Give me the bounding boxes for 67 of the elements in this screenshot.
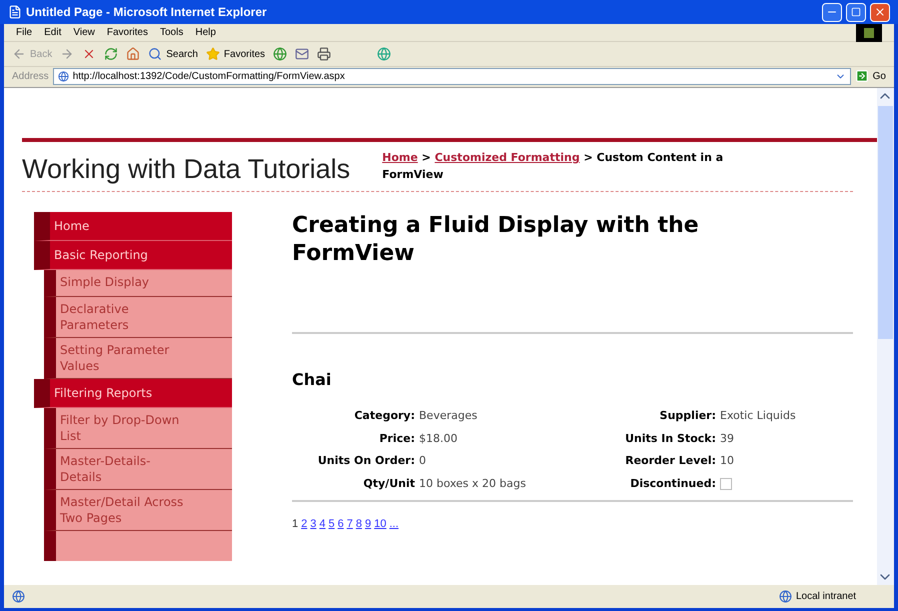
field-value: $18.00 (419, 430, 458, 446)
address-field[interactable]: http://localhost:1392/Code/CustomFormatting/FormView.aspx (52, 68, 851, 84)
field-value: 10 (720, 453, 734, 469)
menu-item[interactable]: File (16, 25, 32, 40)
close-icon (874, 6, 886, 18)
scrollbar[interactable] (877, 88, 894, 585)
pager-link[interactable]: ... (389, 516, 399, 532)
print-icon[interactable] (317, 47, 332, 61)
pager-link[interactable]: 10 (374, 516, 386, 532)
site-title: Working with Data Tutorials (22, 156, 350, 183)
menu-item[interactable]: Edit (44, 25, 62, 40)
maximize-icon (851, 7, 861, 17)
menu-item[interactable]: View (73, 25, 95, 40)
media-icon[interactable] (273, 47, 288, 61)
close-button[interactable] (870, 2, 890, 22)
field-value: Exotic Liquids (720, 408, 796, 424)
pager-link[interactable]: 5 (328, 516, 335, 532)
sidebar-section[interactable]: Filtering Reports (34, 379, 232, 408)
menu-item[interactable]: Favorites (106, 25, 148, 40)
discontinued-checkbox[interactable] (720, 478, 732, 490)
field-label: Units In Stock: (625, 430, 716, 446)
field-label: Discontinued: (630, 476, 716, 492)
field-label: Qty/Unit (363, 476, 415, 492)
product-name: Chai (292, 369, 332, 391)
pager-link[interactable]: 4 (319, 516, 326, 532)
menu-item[interactable]: Help (195, 25, 216, 40)
minimize-button[interactable] (822, 2, 842, 22)
globe-icon (779, 590, 792, 603)
maximize-button[interactable] (846, 2, 866, 22)
field-label: Supplier: (660, 408, 716, 424)
scrollbar-thumb[interactable] (878, 106, 893, 339)
address-label: Address (12, 70, 49, 84)
home-icon[interactable] (126, 47, 140, 61)
field-value: 10 boxes x 20 bags (419, 476, 526, 492)
search-icon (148, 47, 162, 61)
pager-link[interactable]: 8 (356, 516, 362, 532)
field-label: Reorder Level: (625, 453, 716, 469)
windows-logo-icon (856, 24, 882, 42)
search-button[interactable]: Search (148, 46, 198, 62)
pager-link[interactable]: 3 (310, 516, 316, 532)
pager-link[interactable]: 9 (365, 516, 372, 532)
pager-link[interactable]: 6 (338, 516, 344, 532)
breadcrumb: Home > Customized Formatting > Custom Content in a FormView (382, 150, 724, 182)
mail-icon[interactable] (295, 47, 310, 61)
sidebar-section[interactable]: Home (34, 212, 232, 241)
field-value: 0 (419, 453, 426, 469)
pager-link[interactable]: 1 (292, 516, 298, 532)
forward-icon[interactable] (60, 47, 74, 61)
breadcrumb-link[interactable]: Home (382, 151, 418, 164)
field-label: Units On Order: (318, 453, 415, 469)
field-label: Category: (354, 408, 415, 424)
field-label: Price: (379, 430, 415, 446)
favorites-button[interactable]: Favorites (206, 46, 266, 62)
menu-item[interactable]: Tools (160, 25, 184, 40)
pager-link[interactable]: 2 (301, 516, 308, 532)
breadcrumb-link[interactable]: Customized Formatting (434, 151, 580, 164)
field-value: 39 (720, 430, 734, 446)
go-button[interactable]: Go (854, 68, 886, 84)
star-icon (206, 47, 220, 61)
field-value: Beverages (419, 408, 478, 424)
page-heading: Creating a Fluid Display with the FormView (292, 212, 700, 268)
status-zone: Local intranet (796, 590, 858, 604)
globe-icon[interactable] (377, 47, 392, 61)
window-title: Untitled Page - Microsoft Internet Explorer (26, 4, 268, 21)
sidebar-section[interactable]: Basic Reporting (34, 241, 232, 270)
pager-link[interactable]: 7 (346, 516, 353, 532)
refresh-icon[interactable] (104, 47, 118, 61)
